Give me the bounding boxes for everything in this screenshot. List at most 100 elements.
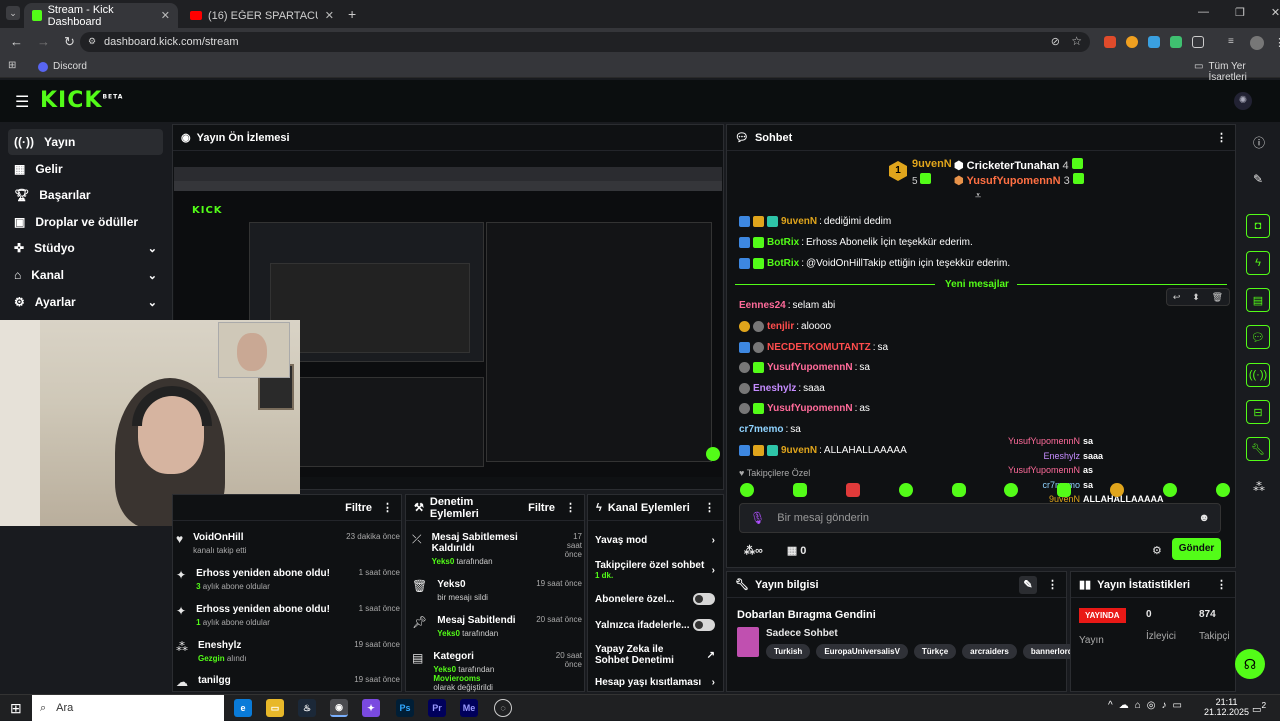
steam-icon[interactable]: ♨ [298,699,316,717]
send-button[interactable]: Gönder [1172,538,1221,560]
emote-only-toggle[interactable] [693,619,715,631]
bookmark-star-icon[interactable]: ☆ [1071,34,1082,48]
info-icon[interactable]: ⓘ [1253,134,1265,151]
filter-button[interactable]: Filtre [345,502,372,514]
slow-mode-row[interactable]: Yavaş mod › [595,535,715,546]
copilot-icon[interactable]: ✦ [362,699,380,717]
tag[interactable]: Türkçe [913,644,957,659]
ai-moderation-row[interactable]: Yapay Zeka ile Sohbet Denetimi ↗ [595,644,715,666]
sidebar-item-ayarlar[interactable]: ⚙ Ayarlar ⌄ [8,289,163,315]
close-tab-icon[interactable]: ✕ [325,9,334,22]
eye-off-icon[interactable]: ⊘ [1051,35,1060,48]
media-icon[interactable]: ≡ [1228,36,1240,48]
menu-dots-icon[interactable]: ⋮ [1047,578,1058,591]
sidebar-item-droplar[interactable]: ▣ Droplar ve ödüller [8,209,163,235]
url-field[interactable]: ⚙ dashboard.kick.com/stream ⊘ ☆ [80,32,1090,52]
close-tab-icon[interactable]: ✕ [161,9,170,22]
menu-dots-icon[interactable]: ⋮ [1216,578,1227,591]
top-gifter-name[interactable]: 9uvenN [912,158,952,170]
emote-icon[interactable] [1110,483,1125,497]
emote-icon[interactable] [898,483,913,497]
rail-layout-button[interactable]: ⊟ [1246,400,1270,424]
forward-icon[interactable]: → [37,34,50,50]
explorer-icon[interactable]: ▭ [266,699,284,717]
edge-icon[interactable]: e [234,699,252,717]
menu-dots-icon[interactable]: ⋮ [382,501,393,514]
infinity-icon[interactable]: ⁂∞ [744,544,763,557]
tag[interactable]: Turkish [766,644,811,659]
emote-icon[interactable] [951,483,966,497]
pin-icon[interactable]: ⬍ [1192,292,1200,303]
extension-icon[interactable] [1170,36,1182,48]
emoji-icon[interactable]: ☻ [1198,512,1210,524]
tag[interactable]: arcraiders [962,644,1017,659]
back-icon[interactable]: ← [10,34,23,50]
rail-lightning-button[interactable]: ϟ [1246,251,1270,275]
apps-icon[interactable]: ⁂ [1253,480,1265,494]
sidebar-item-yayin[interactable]: ((·)) Yayın [8,129,163,155]
kick-logo[interactable]: KICKBETA [40,88,123,113]
rail-camera-button[interactable]: ◘ [1246,214,1270,238]
photoshop-icon[interactable]: Ps [396,699,414,717]
apps-grid-icon[interactable]: ⊞ [8,60,16,71]
emote-icon[interactable] [1057,483,1072,497]
tag[interactable]: EuropaUniversalisV [816,644,908,659]
tab-search-icon[interactable]: ⌄ [6,6,20,20]
extension-icon[interactable] [1148,36,1160,48]
media-encoder-icon[interactable]: Me [460,699,478,717]
new-tab-icon[interactable]: + [348,6,356,22]
menu-dots-icon[interactable]: ⋮ [704,501,715,514]
chat-input[interactable]: 🎙︎ Bir mesaj gönderin ☻ [739,503,1221,533]
channel-points[interactable]: ▦ 0 [787,544,807,557]
top-gifter-row[interactable]: ⬢ YusufYupomennN 3 [954,173,1085,187]
tab-youtube[interactable]: (16) EĞER SPARTACUS OLARAK ✕ [182,3,342,28]
menu-dots-icon[interactable]: ⋮ [1274,36,1280,50]
hamburger-menu-icon[interactable]: ☰ [15,92,29,112]
close-window-icon[interactable]: ✕ [1271,6,1280,19]
menu-dots-icon[interactable]: ⋮ [565,501,576,514]
chat-settings-icon[interactable]: ⚙ [1152,544,1162,557]
emote-icon[interactable] [1163,483,1177,497]
premiere-icon[interactable]: Pr [428,699,446,717]
sidebar-item-basarilar[interactable]: 🏆︎ Başarılar [8,182,163,208]
microphone-icon[interactable]: 🎙︎ [750,511,765,525]
puzzle-icon[interactable] [1192,36,1204,48]
sidebar-item-studyo[interactable]: ✜ Stüdyo ⌄ [8,235,163,261]
site-info-icon[interactable]: ⚙ [88,36,96,47]
profile-avatar[interactable] [1250,36,1264,50]
help-button[interactable]: ☊ [1235,649,1265,679]
tab-kick-dashboard[interactable]: Stream - Kick Dashboard ✕ [24,3,178,28]
extension-icon[interactable] [1104,36,1116,48]
rail-broadcast-button[interactable]: ((·)) [1246,363,1270,387]
account-age-row[interactable]: Hesap yaşı kısıtlaması › [595,677,715,688]
rail-document-button[interactable]: ▤ [1246,288,1270,312]
reply-icon[interactable]: ↩ [1173,292,1181,303]
clock[interactable]: 21:11 21.12.2025 [1204,697,1249,717]
notification-icon[interactable]: ▭2 [1252,700,1266,715]
bookmark-discord[interactable]: Discord [38,61,87,72]
reload-icon[interactable]: ↻ [64,34,75,50]
windows-start-icon[interactable]: ⊞ [10,700,22,717]
sidebar-item-kanal[interactable]: ⌂ Kanal ⌄ [8,262,163,288]
emote-icon[interactable] [740,483,754,497]
taskbar-search[interactable]: ⌕ Ara [32,695,224,721]
collapse-icon[interactable]: ⩡ [975,190,981,203]
top-gifter-row[interactable]: ⬢ CricketerTunahan 4 [954,158,1084,172]
emote-icon[interactable] [792,483,807,497]
system-tray-icons[interactable]: ^☁⌂◎♪▭ [1108,700,1188,711]
trash-icon[interactable]: 🗑︎ [1212,292,1223,303]
rail-chat-button[interactable]: 💬︎ [1246,325,1270,349]
obs-icon[interactable]: ◌ [494,699,512,717]
filter-button[interactable]: Filtre [528,502,555,514]
emote-icon[interactable] [845,483,860,497]
rail-wrench-button[interactable]: 🔧︎ [1246,437,1270,461]
minimize-icon[interactable]: — [1198,6,1209,19]
sidebar-item-gelir[interactable]: ▦ Gelir [8,156,163,182]
extension-icon[interactable] [1126,36,1138,48]
restore-icon[interactable]: ❐ [1235,6,1245,19]
menu-dots-icon[interactable]: ⋮ [1216,131,1227,144]
emote-icon[interactable] [1215,483,1230,497]
edit-icon[interactable]: ✎ [1253,172,1263,186]
user-avatar[interactable]: ✺ [1234,92,1252,110]
edit-pencil-icon[interactable]: ✎ [1019,575,1037,594]
